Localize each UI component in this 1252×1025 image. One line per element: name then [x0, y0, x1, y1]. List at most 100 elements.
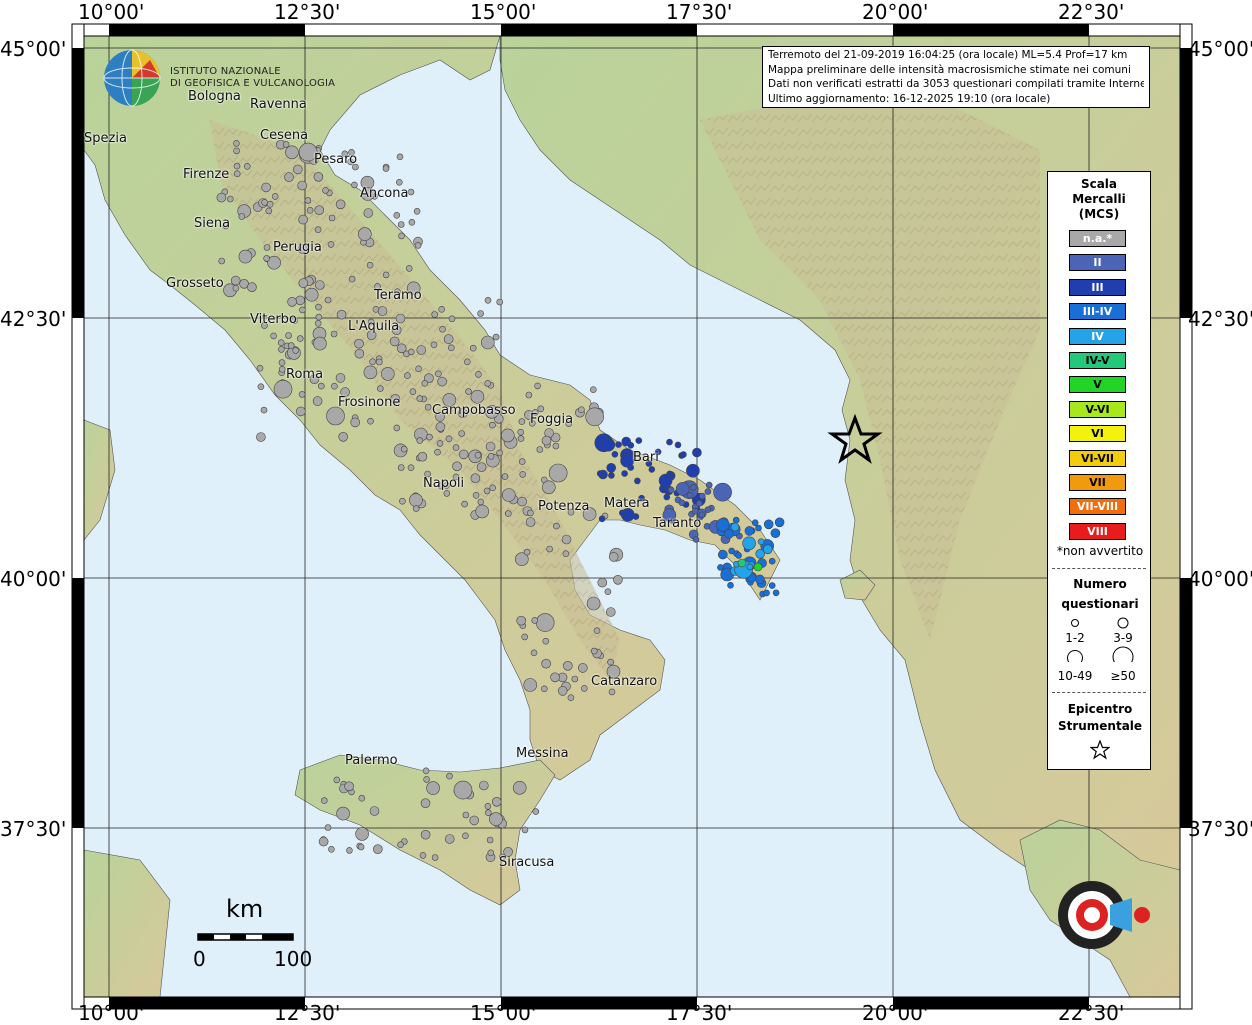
intensity-point [492, 333, 500, 341]
intensity-point [461, 500, 468, 508]
intensity-point [265, 207, 273, 215]
intensity-point [525, 517, 536, 527]
intensity-point [382, 271, 390, 279]
intensity-point [327, 241, 335, 248]
intensity-point [648, 466, 656, 473]
intensity-point [548, 463, 568, 483]
intensity-point [489, 812, 503, 826]
intensity-point [296, 335, 304, 342]
intensity-point [635, 437, 643, 444]
legend-item: IV-V [1069, 352, 1126, 369]
intensity-point [517, 435, 525, 442]
city-label: Catanzaro [591, 674, 658, 689]
intensity-point [483, 487, 491, 495]
intensity-point [772, 589, 780, 597]
intensity-point [698, 492, 706, 500]
intensity-point [484, 802, 492, 810]
count-title-line-1: Numero [1073, 577, 1127, 591]
scale-bar [197, 933, 294, 941]
intensity-point [393, 424, 401, 432]
intensity-point [437, 376, 447, 387]
intensity-point [484, 296, 492, 304]
intensity-point [350, 417, 361, 428]
intensity-point [320, 797, 328, 804]
count-size-label: 1-2 [1065, 631, 1085, 645]
intensity-point [768, 557, 776, 565]
intensity-point [336, 806, 350, 821]
intensity-point [762, 544, 773, 555]
count-size-label: 10-49 [1057, 669, 1093, 683]
intensity-point [380, 367, 395, 381]
intensity-point [678, 499, 686, 507]
intensity-point [292, 347, 300, 354]
intensity-point [611, 450, 619, 458]
intensity-point [351, 181, 358, 189]
intensity-point [541, 435, 552, 446]
intensity-point [504, 510, 512, 517]
ingv-logo-icon [103, 49, 161, 107]
intensity-point [397, 464, 405, 471]
legend-item: VI-VII [1069, 449, 1126, 467]
city-label: Foggia [530, 412, 574, 427]
legend-item: V [1069, 376, 1126, 394]
intensity-point [270, 332, 277, 340]
intensity-point [586, 596, 601, 611]
legend-item: II [1069, 254, 1126, 272]
intensity-point [516, 615, 527, 626]
intensity-point [367, 417, 374, 425]
intensity-point [491, 796, 502, 807]
intensity-point [277, 339, 285, 347]
intensity-point [416, 345, 427, 355]
intensity-point [415, 365, 422, 373]
intensity-point [608, 688, 616, 696]
intensity-point [704, 506, 712, 514]
intensity-point [396, 343, 407, 354]
intensity-point [314, 319, 322, 327]
intensity-point [462, 811, 470, 819]
intensity-point [532, 808, 540, 815]
intensity-point [444, 834, 455, 844]
city-label: Potenza [538, 499, 590, 514]
intensity-point [536, 446, 544, 453]
event-info-line-1: Terremoto del 21-09-2019 16:04:25 (ora l… [768, 49, 1128, 61]
intensity-point [613, 574, 623, 585]
intensity-point [598, 515, 606, 523]
intensity-point [475, 371, 482, 378]
intensity-point [344, 781, 354, 792]
intensity-point [278, 359, 286, 366]
intensity-point [705, 481, 713, 489]
intensity-point [470, 473, 481, 484]
intensity-point [358, 794, 366, 802]
intensity-point [420, 829, 431, 840]
lon-label-bottom-3: 15°00' [470, 1001, 537, 1025]
intensity-point [737, 558, 747, 568]
event-info-line-2: Mappa preliminare delle intensità macros… [768, 63, 1131, 76]
intensity-point [487, 452, 495, 460]
intensity-point [298, 278, 309, 288]
intensity-point [728, 547, 735, 555]
intensity-point [746, 563, 754, 571]
intensity-point [550, 672, 560, 683]
intensity-point [585, 407, 605, 427]
intensity-point [469, 815, 480, 826]
intensity-point [419, 852, 427, 859]
intensity-point [298, 214, 308, 225]
intensity-point [621, 470, 628, 477]
intensity-point [523, 548, 531, 556]
intensity-point [680, 451, 687, 458]
intensity-point [306, 207, 314, 214]
intensity-point [632, 513, 640, 520]
intensity-point [372, 844, 383, 855]
intensity-point [477, 498, 485, 506]
intensity-point [256, 432, 266, 442]
intensity-point [462, 832, 469, 840]
intensity-point [590, 647, 598, 655]
city-label: Napoli [423, 476, 465, 491]
legend-title: Scala Mercalli (MCS) [1048, 177, 1150, 222]
intensity-point [486, 836, 494, 844]
count-title: Numero questionari [1048, 574, 1152, 614]
epicenter-title: Epicentro Strumentale [1048, 701, 1152, 735]
intensity-point [435, 422, 446, 432]
intensity-point [273, 379, 293, 399]
intensity-point [409, 388, 417, 396]
